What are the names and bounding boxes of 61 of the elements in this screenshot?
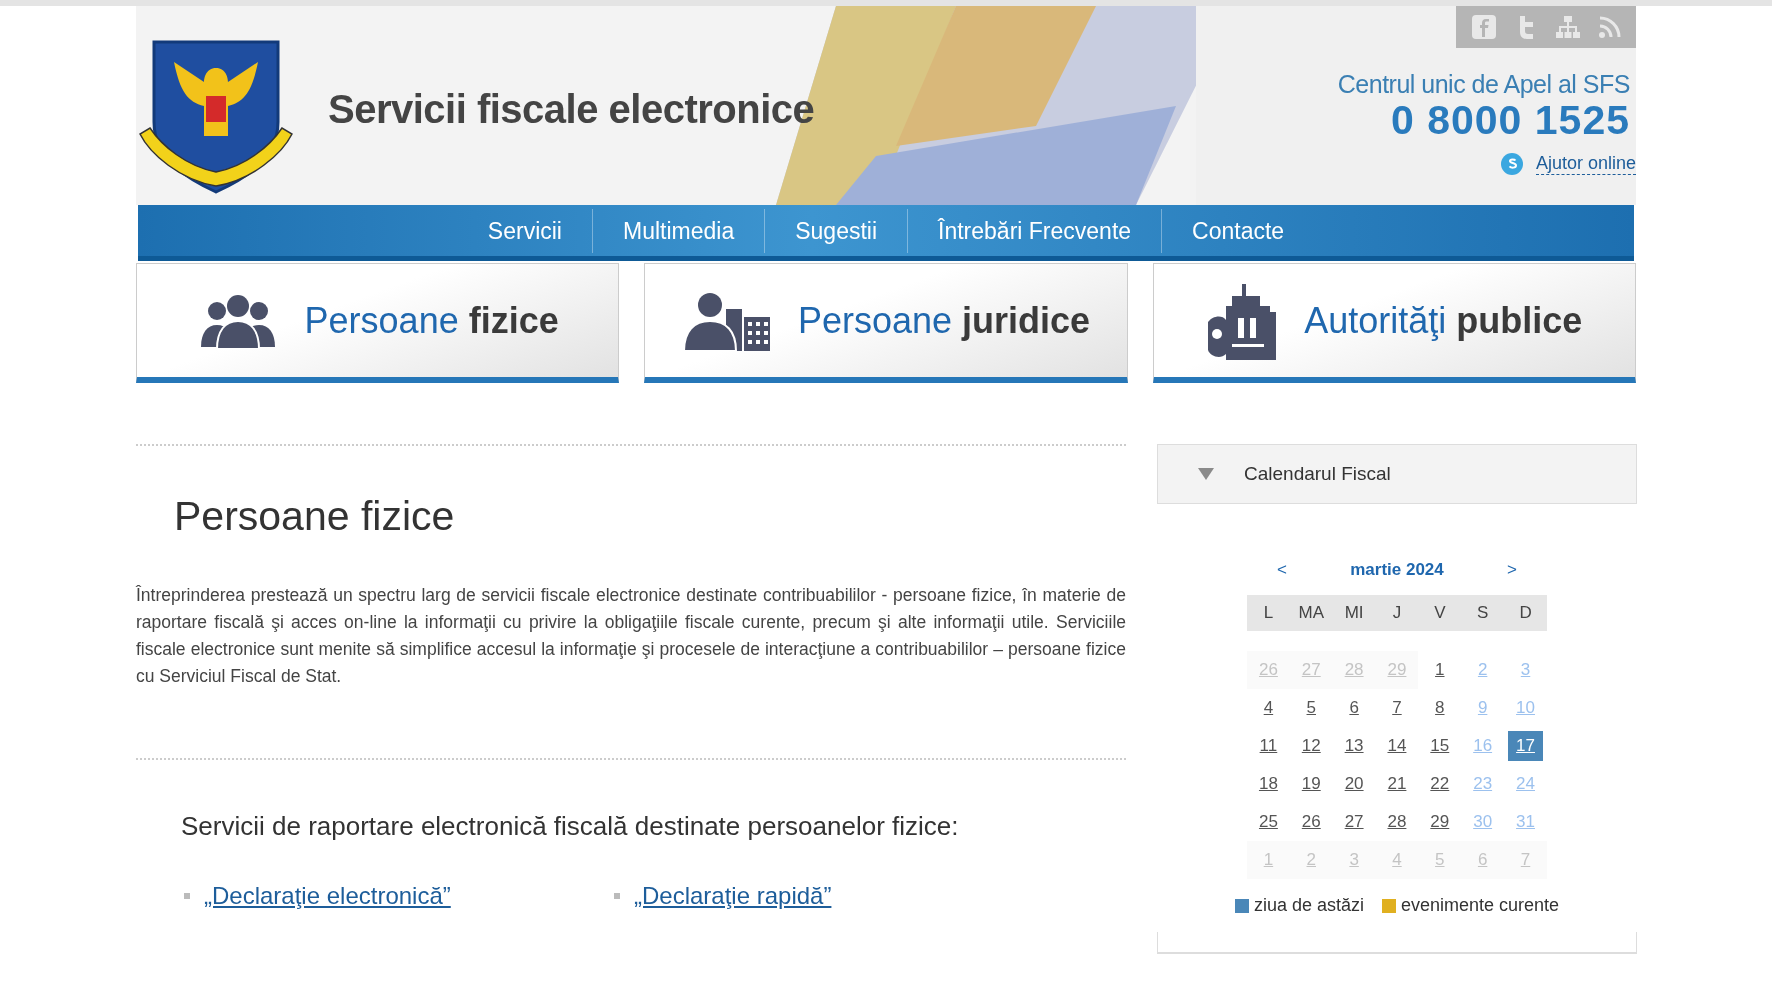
calendar-day[interactable]: 19	[1293, 769, 1329, 799]
category-tile[interactable]: Persoane juridice	[644, 263, 1128, 383]
bullet-icon	[184, 893, 190, 899]
calendar-day[interactable]: 12	[1293, 731, 1329, 761]
panel-title: Calendarul Fiscal	[1244, 463, 1391, 485]
category-label: Persoane juridice	[797, 299, 1091, 342]
legend-label: evenimente curente	[1401, 895, 1560, 916]
section-heading: Servicii de raportare electronică fiscală destinate persoanelor fizice:	[181, 811, 960, 842]
calendar-day[interactable]: 4	[1250, 693, 1286, 723]
category-tile[interactable]: Autorităţi publice	[1152, 263, 1636, 383]
next-month-link[interactable]: >	[1477, 560, 1547, 580]
help-link[interactable]: Ajutor online	[1535, 153, 1636, 175]
month-title: martie 2024	[1349, 560, 1445, 580]
calendar-day[interactable]: 21	[1379, 769, 1415, 799]
calendar-panel-header[interactable]: Calendarul Fiscal	[1157, 444, 1637, 504]
category-label: Autorităţi publice	[1304, 299, 1583, 342]
calendar-day[interactable]: 11	[1250, 731, 1286, 761]
government-building-icon	[1206, 281, 1279, 360]
calendar-day[interactable]: 28	[1379, 807, 1415, 837]
legend-label: ziua de astăzi	[1253, 895, 1364, 916]
calendar-day[interactable]: 20	[1336, 769, 1372, 799]
nav-link[interactable]: Sugestii	[764, 208, 908, 253]
calendar-day[interactable]: 22	[1422, 769, 1458, 799]
facebook-icon[interactable]	[1470, 13, 1498, 41]
bullet-icon	[614, 893, 620, 899]
nav-link[interactable]: Întrebări Frecvente	[907, 208, 1162, 253]
previous-month-link[interactable]: <	[1247, 560, 1317, 580]
hotline-label: Centrul unic de Apel al SFS	[1337, 70, 1630, 99]
calendar-day[interactable]: 18	[1250, 769, 1286, 799]
category-tile[interactable]: Persoane fizice	[136, 263, 620, 383]
weekday-header: MA	[1289, 595, 1333, 631]
nav-link[interactable]: Servicii	[457, 208, 592, 253]
intro-paragraph: Întreprinderea prestează un spectru larg de servicii fiscale electronice destinate contribuabililor - persoane fizice, în materie de raportare fiscală şi acces on-line la informaţii cu privire la obligaţiile fiscale curente, precum şi alte informaţii utile. Serviciile fiscale electronice sunt menite să simplifice accesul la informaţie şi procesele de interacţiune a contribuabililor – persoane fizice cu Serviciul Fiscal de Stat.	[136, 584, 1126, 688]
weekday-header: D	[1504, 595, 1547, 631]
service-link[interactable]: „Declaraţie electronică”	[204, 882, 451, 910]
weekday-header: J	[1375, 595, 1419, 631]
calendar-day[interactable]: 27	[1336, 807, 1372, 837]
calendar-day[interactable]: 6	[1336, 693, 1372, 723]
calendar-day[interactable]: 26	[1293, 807, 1329, 837]
calendar-day[interactable]: 17	[1508, 731, 1544, 761]
phone-number: 0 8000 1525	[1391, 97, 1630, 144]
calendar-day[interactable]: 13	[1336, 731, 1372, 761]
calendar-day[interactable]: 5	[1293, 693, 1329, 723]
nav-link[interactable]: Contacte	[1161, 208, 1315, 253]
calendar-day[interactable]: 29	[1422, 807, 1458, 837]
weekday-header: MI	[1332, 595, 1376, 631]
calendar-day[interactable]: 8	[1422, 693, 1458, 723]
service-link[interactable]: „Declaraţie rapidă”	[634, 882, 832, 910]
calendar-day[interactable]: 1	[1422, 655, 1458, 685]
sitemap-icon[interactable]	[1554, 13, 1582, 41]
category-label: Persoane fizice	[304, 299, 559, 342]
weekday-header: S	[1461, 595, 1505, 631]
page-heading: Persoane fizice	[174, 493, 456, 540]
weekday-header: L	[1247, 595, 1290, 631]
skype-icon[interactable]	[1499, 152, 1524, 176]
calendar-day[interactable]: 7	[1379, 693, 1415, 723]
calendar-day[interactable]: 25	[1250, 807, 1286, 837]
calendar-day[interactable]: 15	[1422, 731, 1458, 761]
calendar-day[interactable]: 14	[1379, 731, 1415, 761]
nav-link[interactable]: Multimedia	[592, 208, 765, 253]
weekday-header: V	[1418, 595, 1462, 631]
